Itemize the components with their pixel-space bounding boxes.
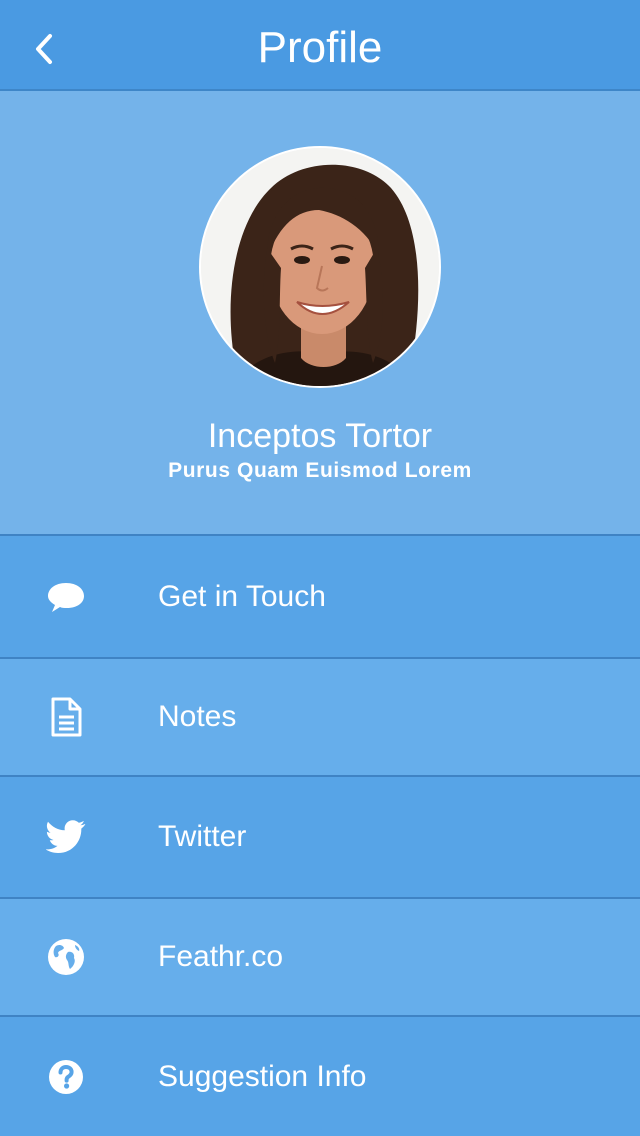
profile-header: Inceptos Tortor Purus Quam Euismod Lorem [0, 91, 640, 534]
menu-item-label: Notes [158, 700, 237, 733]
profile-name: Inceptos Tortor [207, 417, 433, 455]
menu-item-suggestion-info[interactable]: Suggestion Info [0, 1015, 640, 1136]
avatar [199, 146, 441, 388]
menu-item-twitter[interactable]: Twitter [0, 775, 640, 897]
globe-icon [44, 935, 88, 979]
menu-item-label: Feathr.co [158, 940, 284, 973]
chat-bubble-icon [44, 575, 88, 619]
menu-item-label: Twitter [158, 820, 247, 853]
document-icon [44, 695, 88, 739]
menu-item-label: Get in Touch [158, 579, 326, 613]
avatar-photo [201, 148, 439, 386]
menu-item-notes[interactable]: Notes [0, 657, 640, 775]
profile-subtitle: Purus Quam Euismod Lorem [168, 459, 472, 482]
navbar: Profile [0, 0, 640, 91]
menu-item-feathr[interactable]: Feathr.co [0, 897, 640, 1015]
question-circle-icon [44, 1055, 88, 1099]
menu-item-get-in-touch[interactable]: Get in Touch [0, 534, 640, 657]
twitter-bird-icon [44, 815, 88, 859]
profile-menu: Get in Touch Notes Twitter Feathr.co Sug… [0, 534, 640, 1136]
menu-item-label: Suggestion Info [158, 1059, 367, 1093]
page-title: Profile [257, 23, 383, 72]
